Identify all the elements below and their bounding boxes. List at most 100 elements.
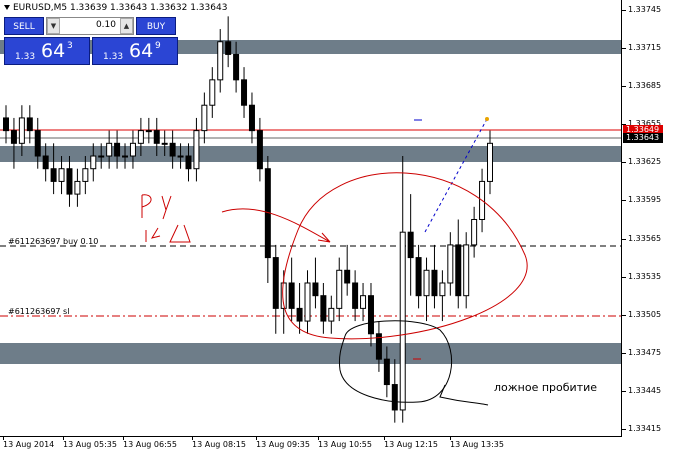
- candle-body: [423, 269, 430, 297]
- candle-body: [201, 104, 208, 132]
- buy-order-label: #611263697 buy 0.10: [8, 237, 99, 246]
- candle-body: [415, 257, 422, 297]
- candle-body: [145, 130, 152, 133]
- candle-body: [391, 384, 398, 411]
- buy-price-quote[interactable]: 1.33 64 9: [92, 37, 178, 65]
- candle-body: [18, 117, 25, 144]
- candle-body: [66, 168, 73, 195]
- chart-title: EURUSD,M5 1.33639 1.33643 1.33632 1.3364…: [4, 3, 227, 13]
- false-breakout-note: ложное пробитие: [494, 381, 598, 394]
- price-tick-label: 1.33565: [628, 233, 662, 243]
- price-tick: [622, 352, 626, 354]
- time-tick-label: 13 Aug 05:35: [63, 440, 117, 449]
- candle-body: [383, 358, 390, 386]
- price-tick: [622, 162, 626, 164]
- buy-price-pips: 64: [129, 40, 154, 62]
- candle-body: [122, 155, 129, 158]
- buy-price-big-figure: 1.33: [103, 52, 124, 62]
- candle-body: [304, 282, 311, 322]
- candle-body: [217, 41, 224, 81]
- price-tick: [622, 200, 626, 202]
- candle-body: [3, 117, 9, 132]
- candle-body: [42, 155, 49, 170]
- price-tick-label: 1.33625: [628, 157, 662, 167]
- sell-price-pips: 64: [41, 40, 66, 62]
- candle-body: [320, 295, 327, 322]
- price-tick-label: 1.33715: [628, 43, 662, 53]
- time-tick-label: 13 Aug 12:15: [384, 440, 438, 449]
- candle-body: [344, 269, 351, 284]
- price-chart-svg: [0, 16, 621, 423]
- sell-price-quote[interactable]: 1.33 64 3: [4, 37, 90, 65]
- price-tick-label: 1.33535: [628, 271, 662, 281]
- candle-body: [312, 282, 319, 297]
- price-tick: [622, 48, 626, 50]
- stop-loss-label: #611263697 sl: [8, 307, 70, 316]
- price-tick: [622, 314, 626, 316]
- candle-body: [90, 155, 97, 170]
- buy-price-fraction: 9: [155, 41, 161, 51]
- chart-window[interactable]: EURUSD,M5 1.33639 1.33643 1.33632 1.3364…: [0, 0, 679, 461]
- price-tick-label: 1.33505: [628, 309, 662, 319]
- price-tick-label: 1.33415: [628, 424, 662, 433]
- price-tick: [622, 429, 626, 430]
- candle-body: [272, 257, 279, 309]
- one-click-trading-panel: SELL ▼ 0.10 ▲ BUY 1.33 64 3 1.33 64 9: [4, 17, 178, 65]
- candle-body: [352, 282, 359, 309]
- candle-body: [106, 142, 113, 157]
- sell-price-fraction: 3: [67, 41, 73, 51]
- candle-body: [82, 168, 89, 182]
- zone-band-3: [0, 343, 621, 364]
- lot-size-value[interactable]: 0.10: [61, 20, 119, 30]
- candle-body: [169, 142, 176, 157]
- candle-body: [34, 130, 41, 157]
- price-tick-label: 1.33745: [628, 5, 662, 14]
- price-tick: [622, 238, 626, 240]
- lot-size-input[interactable]: ▼ 0.10 ▲: [46, 17, 134, 35]
- candle-body: [256, 130, 263, 170]
- price-tick-label: 1.33685: [628, 81, 662, 91]
- candle-body: [336, 269, 343, 309]
- lot-increase-icon[interactable]: ▲: [120, 18, 133, 34]
- candle-body: [241, 79, 248, 106]
- candle-body: [471, 219, 478, 246]
- candle-body: [360, 295, 367, 309]
- candle-body: [50, 168, 57, 182]
- time-tick-label: 13 Aug 09:35: [256, 440, 310, 449]
- price-tick: [622, 390, 626, 392]
- price-tick-label: 1.33595: [628, 195, 662, 205]
- candle-body: [185, 155, 192, 170]
- candle-body: [114, 142, 121, 157]
- candle-body: [407, 231, 414, 259]
- price-chart-area[interactable]: EURUSD,M5 1.33639 1.33643 1.33632 1.3364…: [0, 0, 622, 437]
- candle-body: [296, 307, 303, 322]
- time-tick-label: 13 Aug 10:55: [318, 440, 372, 449]
- candle-body: [367, 295, 374, 335]
- candle-body: [431, 269, 438, 297]
- hand-drawn-arrow: [221, 208, 331, 243]
- price-tick: [622, 276, 626, 278]
- time-tick-label: 13 Aug 2014: [3, 440, 55, 449]
- candle-body: [74, 180, 81, 195]
- time-tick-label: 13 Aug 13:35: [450, 440, 504, 449]
- time-tick-label: 13 Aug 08:15: [192, 440, 246, 449]
- sell-price-big-figure: 1.33: [15, 52, 36, 62]
- buy-button[interactable]: BUY: [136, 17, 176, 35]
- price-tick-label: 1.33475: [628, 347, 662, 357]
- candle-body: [98, 155, 105, 158]
- candle-body: [26, 117, 33, 132]
- candle-body: [193, 130, 200, 170]
- candle-body: [10, 130, 17, 144]
- trend-line: [424, 118, 488, 233]
- candle-body: [209, 79, 216, 106]
- lot-decrease-icon[interactable]: ▼: [47, 18, 60, 34]
- candle-body: [153, 130, 160, 144]
- sell-button[interactable]: SELL: [4, 17, 44, 35]
- chart-menu-icon: [4, 5, 10, 10]
- candle-body: [463, 244, 470, 297]
- candle-body: [137, 130, 144, 144]
- candle-body: [129, 142, 136, 157]
- price-tick-label: 1.33445: [628, 385, 662, 395]
- time-tick-label: 13 Aug 06:55: [123, 440, 177, 449]
- price-tick: [622, 10, 626, 11]
